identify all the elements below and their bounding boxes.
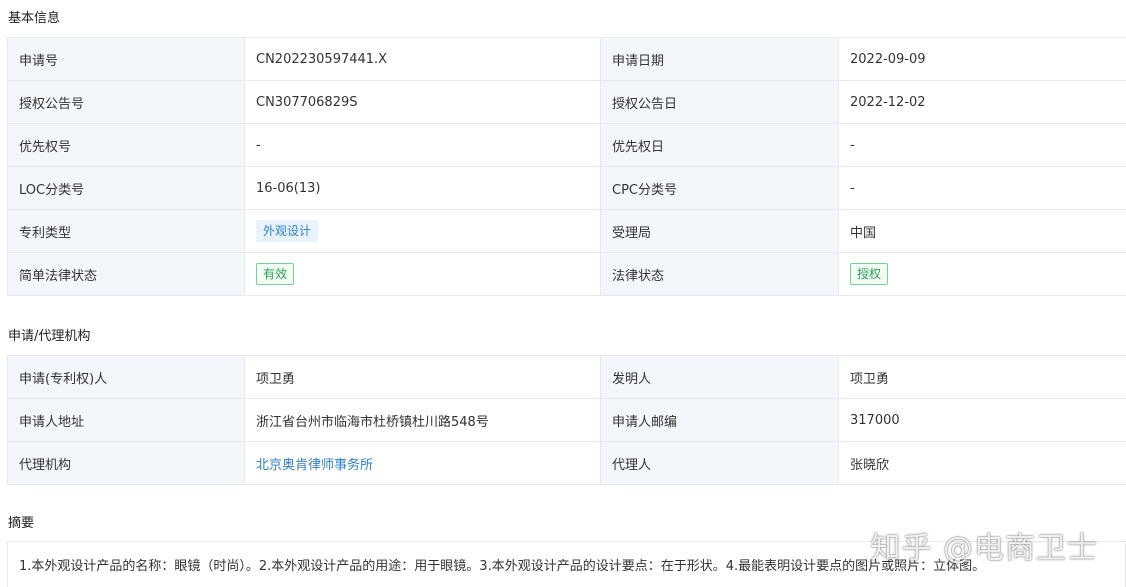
cpc-classification: - [838, 166, 1126, 210]
priority-number: - [244, 123, 601, 167]
field-label: 法律状态 [600, 252, 839, 296]
field-label: 申请人邮编 [600, 398, 839, 442]
field-label: LOC分类号 [7, 166, 245, 210]
field-label: 代理人 [600, 441, 839, 485]
patent-type-tag: 外观设计 [256, 220, 319, 242]
field-label: 专利类型 [7, 209, 245, 253]
patent-type-cell: 外观设计 [244, 209, 601, 253]
field-label: 优先权号 [7, 123, 245, 167]
table-row: 代理机构 北京奥肯律师事务所 代理人 张晓欣 [7, 441, 1126, 485]
agency-link[interactable]: 北京奥肯律师事务所 [256, 458, 373, 473]
inventor: 项卫勇 [838, 355, 1126, 399]
table-row: 申请号 CN202230597441.X 申请日期 2022-09-09 [7, 37, 1126, 81]
agent: 张晓欣 [838, 441, 1126, 485]
field-label: 授权公告号 [7, 80, 245, 124]
basic-info-table: 申请号 CN202230597441.X 申请日期 2022-09-09 授权公… [7, 37, 1126, 296]
simple-legal-status-tag: 有效 [256, 263, 295, 285]
table-row: 授权公告号 CN307706829S 授权公告日 2022-12-02 [7, 80, 1126, 124]
legal-status-tag: 授权 [850, 263, 889, 285]
field-label: 简单法律状态 [7, 252, 245, 296]
simple-legal-status-cell: 有效 [244, 252, 601, 296]
field-label: 申请人地址 [7, 398, 245, 442]
table-row: 申请(专利权)人 项卫勇 发明人 项卫勇 [7, 355, 1126, 399]
field-label: 优先权日 [600, 123, 839, 167]
field-label: 受理局 [600, 209, 839, 253]
legal-status-cell: 授权 [838, 252, 1126, 296]
table-row: 申请人地址 浙江省台州市临海市杜桥镇杜川路548号 申请人邮编 317000 [7, 398, 1126, 442]
field-label: CPC分类号 [600, 166, 839, 210]
section-title-abstract: 摘要 [8, 516, 35, 531]
section-title-agency: 申请/代理机构 [8, 329, 91, 344]
receiving-office: 中国 [838, 209, 1126, 253]
priority-date: - [838, 123, 1126, 167]
agency-info-table: 申请(专利权)人 项卫勇 发明人 项卫勇 申请人地址 浙江省台州市临海市杜桥镇杜… [7, 355, 1126, 485]
applicant-postcode: 317000 [838, 398, 1126, 442]
field-label: 授权公告日 [600, 80, 839, 124]
loc-classification: 16-06(13) [244, 166, 601, 210]
table-row: 优先权号 - 优先权日 - [7, 123, 1126, 167]
table-row: LOC分类号 16-06(13) CPC分类号 - [7, 166, 1126, 210]
watermark: 知乎 @电商卫士 [870, 531, 1098, 566]
section-title-basic: 基本信息 [8, 11, 61, 26]
applicant-address: 浙江省台州市临海市杜桥镇杜川路548号 [244, 398, 601, 442]
application-number: CN202230597441.X [244, 37, 601, 81]
table-row: 专利类型 外观设计 受理局 中国 [7, 209, 1126, 253]
field-label: 申请(专利权)人 [7, 355, 245, 399]
grant-publication-date: 2022-12-02 [838, 80, 1126, 124]
application-date: 2022-09-09 [838, 37, 1126, 81]
field-label: 发明人 [600, 355, 839, 399]
field-label: 申请日期 [600, 37, 839, 81]
field-label: 代理机构 [7, 441, 245, 485]
applicant: 项卫勇 [244, 355, 601, 399]
agency-cell: 北京奥肯律师事务所 [244, 441, 601, 485]
table-row: 简单法律状态 有效 法律状态 授权 [7, 252, 1126, 296]
field-label: 申请号 [7, 37, 245, 81]
grant-publication-number: CN307706829S [244, 80, 601, 124]
